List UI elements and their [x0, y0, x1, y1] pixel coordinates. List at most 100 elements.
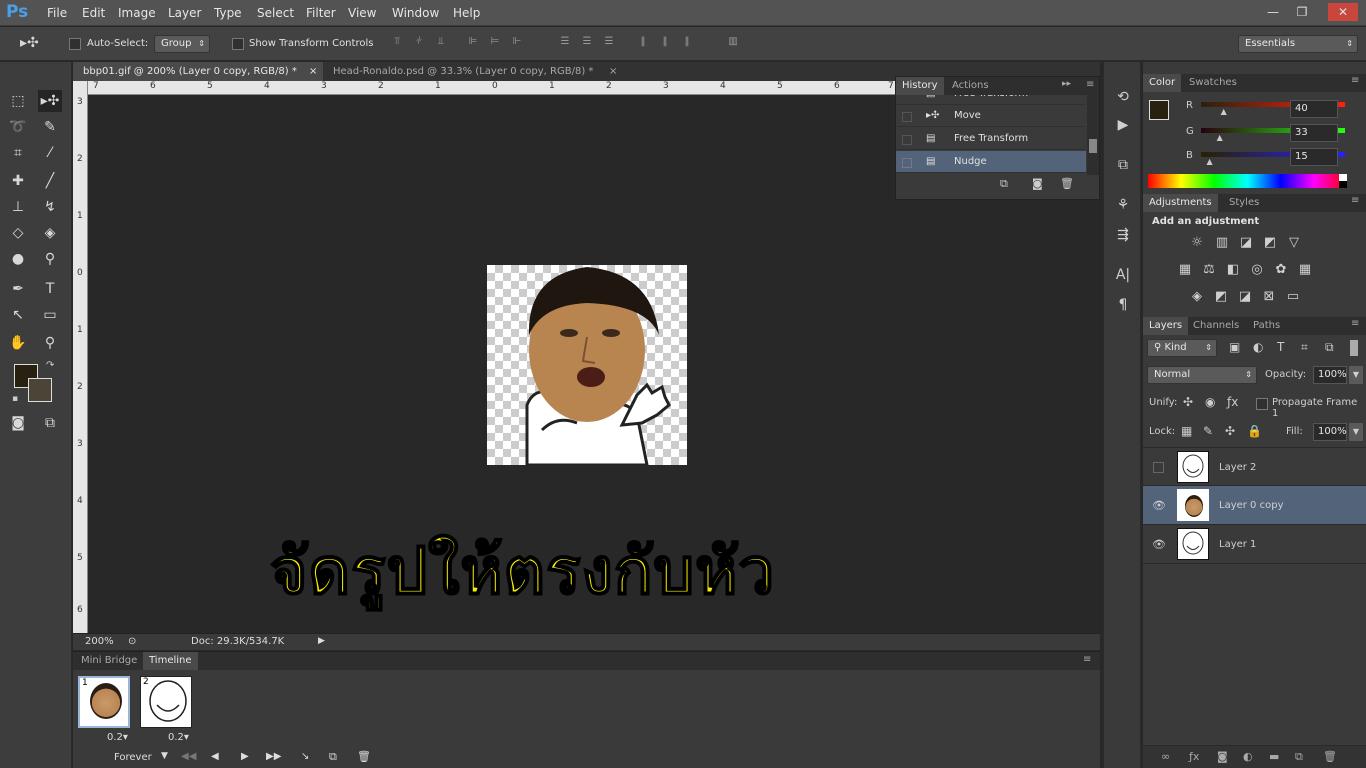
filter-shape-icon[interactable]: ⌗ [1301, 340, 1308, 355]
tab-actions[interactable]: Actions [946, 77, 995, 95]
filter-type-icon[interactable]: T [1277, 340, 1284, 354]
workspace-dropdown[interactable]: Essentials ⇕ [1238, 35, 1358, 53]
align-hcenter-icon[interactable]: ⊨ [488, 36, 502, 50]
prev-frame-icon[interactable]: ◀ [211, 751, 219, 762]
adjustment-layer-icon[interactable]: ◐ [1243, 750, 1253, 763]
blue-value-input[interactable]: 15 [1290, 148, 1338, 166]
align-left-icon[interactable]: ⊫ [466, 36, 480, 50]
red-value-input[interactable]: 40 [1290, 100, 1338, 118]
filter-kind-dropdown[interactable]: ⚲ Kind ⇕ [1147, 339, 1217, 357]
snapshot-checkbox[interactable] [902, 112, 912, 122]
auto-select-dropdown[interactable]: Group ⇕ [154, 35, 210, 53]
unify-visibility-icon[interactable]: ◉ [1205, 395, 1215, 409]
selective-color-icon[interactable]: ⊠ [1259, 288, 1279, 306]
black-swatch[interactable] [1339, 181, 1347, 188]
swap-colors-icon[interactable]: ↷ [46, 360, 54, 371]
green-value-input[interactable]: 33 [1290, 124, 1338, 142]
close-icon[interactable]: × [609, 62, 617, 81]
align-vcenter-icon[interactable]: ⫩ [412, 36, 426, 50]
brush-presets-icon[interactable]: ⇶ [1112, 224, 1134, 246]
snapshot-checkbox[interactable] [902, 158, 912, 168]
chevron-down-icon[interactable]: ▼ [1349, 423, 1363, 441]
color-foreground-swatch[interactable] [1149, 100, 1169, 120]
animation-frame-2[interactable]: 2 [140, 676, 192, 728]
screen-mode-icon[interactable]: ⧉ [38, 412, 62, 434]
rectangle-tool-icon[interactable]: ▭ [38, 304, 62, 326]
blend-mode-dropdown[interactable]: Normal ⇕ [1147, 366, 1257, 384]
gradient-map-icon[interactable]: ▭ [1283, 288, 1303, 306]
eraser-tool-icon[interactable]: ◇ [6, 222, 30, 244]
visibility-toggle[interactable] [1153, 462, 1164, 473]
close-icon[interactable]: × [309, 62, 317, 81]
snapshot-checkbox[interactable] [902, 135, 912, 145]
tab-bbp01[interactable]: bbp01.gif @ 200% (Layer 0 copy, RGB/8) *… [73, 62, 323, 81]
distribute-vcenter-icon[interactable]: ☰ [580, 36, 594, 50]
posterize-icon[interactable]: ◩ [1211, 288, 1231, 306]
layer-row-layer-1[interactable]: 👁 Layer 1 [1143, 525, 1366, 564]
panel-menu-icon[interactable]: ≡ [1351, 195, 1359, 206]
path-selection-tool-icon[interactable]: ↖ [6, 304, 30, 326]
tab-layers[interactable]: Layers [1143, 317, 1189, 335]
curves-icon[interactable]: ◪ [1236, 234, 1256, 252]
frame-delay[interactable]: 0.2▾ [168, 732, 189, 743]
eyedropper-tool-icon[interactable]: ⁄ [38, 142, 62, 164]
hand-tool-icon[interactable]: ✋ [6, 332, 30, 354]
black-white-icon[interactable]: ◧ [1223, 261, 1243, 279]
align-right-icon[interactable]: ⊩ [510, 36, 524, 50]
background-color-swatch[interactable] [28, 378, 52, 402]
zoom-level[interactable]: 200% [85, 636, 114, 647]
lock-pixels-icon[interactable]: ✎ [1203, 424, 1213, 438]
restore-button[interactable]: ❐ [1291, 3, 1313, 21]
default-colors-icon[interactable]: ▪ [12, 394, 18, 404]
play-icon[interactable]: ▶ [241, 751, 249, 762]
menu-layer[interactable]: Layer [168, 6, 201, 20]
menu-view[interactable]: View [348, 6, 376, 20]
opacity-input[interactable]: 100% [1313, 366, 1347, 384]
new-layer-icon[interactable]: ⧉ [1295, 750, 1303, 764]
unify-style-icon[interactable]: ƒx [1227, 395, 1238, 409]
camera-icon[interactable]: ◙ [1032, 177, 1043, 190]
trash-icon[interactable]: 🗑 [357, 750, 371, 763]
history-item[interactable]: ▸✣ Move [896, 105, 1086, 127]
layer-row-layer-0-copy[interactable]: 👁 Layer 0 copy [1143, 486, 1366, 525]
menu-image[interactable]: Image [118, 6, 156, 20]
dodge-tool-icon[interactable]: ⚲ [38, 248, 62, 270]
distribute-top-icon[interactable]: ☰ [558, 36, 572, 50]
marquee-tool-icon[interactable]: ⬚ [6, 90, 30, 112]
add-mask-icon[interactable]: ◙ [1217, 750, 1228, 763]
timeline-panel-icon[interactable]: ⧉ [1112, 154, 1134, 176]
quick-select-tool-icon[interactable]: ✎ [38, 116, 62, 138]
distribute-hcenter-icon[interactable]: ‖ [658, 36, 672, 50]
exposure-icon[interactable]: ◩ [1260, 234, 1280, 252]
menu-help[interactable]: Help [453, 6, 480, 20]
brightness-contrast-icon[interactable]: ☼ [1187, 234, 1207, 252]
new-group-icon[interactable]: ▬ [1269, 750, 1279, 763]
minimize-button[interactable]: — [1262, 3, 1284, 21]
tab-styles[interactable]: Styles [1223, 194, 1265, 212]
auto-select-checkbox[interactable] [69, 38, 81, 50]
align-top-icon[interactable]: ⫪ [390, 36, 404, 50]
lock-all-icon[interactable]: 🔒 [1247, 424, 1262, 438]
status-icon[interactable]: ⊙ [128, 636, 136, 647]
menu-select[interactable]: Select [257, 6, 294, 20]
document-image[interactable] [487, 265, 687, 465]
photo-filter-icon[interactable]: ◎ [1247, 261, 1267, 279]
red-slider-thumb-icon[interactable]: ▲ [1221, 107, 1227, 116]
history-item[interactable]: ▤ Free Transform [896, 128, 1086, 150]
tab-head-ronaldo[interactable]: Head-Ronaldo.psd @ 33.3% (Layer 0 copy, … [323, 62, 623, 81]
tab-color[interactable]: Color [1143, 74, 1182, 92]
history-scrollbar[interactable] [1087, 95, 1099, 175]
filter-smart-object-icon[interactable]: ⧉ [1325, 340, 1334, 355]
menu-filter[interactable]: Filter [306, 6, 336, 20]
collapse-icon[interactable]: ▸▸ [1062, 79, 1071, 89]
auto-align-icon[interactable]: ▥ [726, 36, 740, 50]
distribute-left-icon[interactable]: ‖ [636, 36, 650, 50]
animation-frame-1[interactable]: 1 [78, 676, 130, 728]
eye-icon[interactable]: 👁 [1152, 486, 1166, 525]
tween-icon[interactable]: ↘ [301, 751, 309, 762]
unify-position-icon[interactable]: ✣ [1183, 395, 1193, 409]
tab-history[interactable]: History [896, 77, 944, 95]
propagate-checkbox[interactable] [1256, 398, 1268, 410]
fill-input[interactable]: 100% [1313, 423, 1347, 441]
paint-bucket-tool-icon[interactable]: ◈ [38, 222, 62, 244]
